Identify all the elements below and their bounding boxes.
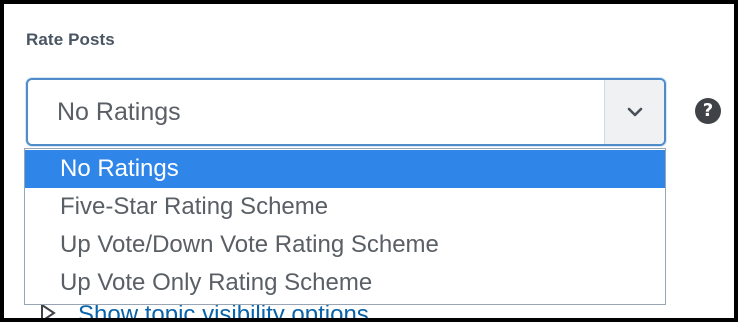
option-up-vote-only[interactable]: Up Vote Only Rating Scheme xyxy=(25,264,665,302)
rate-posts-select[interactable]: No Ratings xyxy=(26,78,666,146)
expand-triangle-icon xyxy=(40,302,56,318)
chevron-down-icon[interactable] xyxy=(604,80,664,144)
select-current-value: No Ratings xyxy=(57,98,181,126)
rate-posts-panel: Rate Posts No Ratings ? Show topic visib… xyxy=(4,4,734,318)
help-icon[interactable]: ? xyxy=(695,98,721,124)
option-up-down-vote[interactable]: Up Vote/Down Vote Rating Scheme xyxy=(25,226,665,264)
option-five-star[interactable]: Five-Star Rating Scheme xyxy=(25,188,665,226)
rating-options-list: No Ratings Five-Star Rating Scheme Up Vo… xyxy=(24,148,666,305)
option-no-ratings[interactable]: No Ratings xyxy=(25,150,665,188)
rate-posts-label: Rate Posts xyxy=(26,30,115,49)
